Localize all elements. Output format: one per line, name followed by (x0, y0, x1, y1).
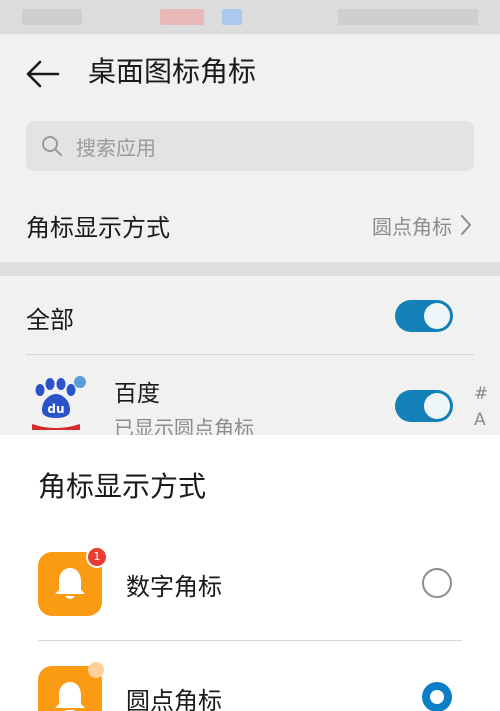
toggle-knob (424, 393, 450, 419)
radio-inner-dot (430, 690, 444, 704)
dot-badge (88, 662, 104, 678)
index-letter[interactable]: A (474, 410, 486, 430)
badge-style-label: 角标显示方式 (26, 214, 170, 242)
status-bar (0, 0, 500, 34)
back-arrow-icon[interactable] (24, 58, 60, 90)
all-apps-label: 全部 (26, 306, 74, 334)
status-notification-icon (160, 9, 204, 25)
chevron-right-icon (461, 215, 471, 235)
search-placeholder: 搜索应用 (76, 136, 156, 160)
option-label: 圆点角标 (126, 687, 222, 711)
search-input[interactable]: 搜索应用 (26, 121, 474, 171)
badge-style-setting[interactable]: 角标显示方式 圆点角标 (0, 196, 500, 256)
index-letter[interactable]: # (474, 384, 488, 404)
app-badge-toggle[interactable] (395, 390, 453, 422)
search-icon (42, 136, 62, 156)
divider (26, 354, 474, 355)
option-label: 数字角标 (126, 573, 222, 601)
svg-text:du: du (47, 402, 64, 416)
status-notification-icon (222, 9, 242, 25)
app-name: 百度 (114, 381, 160, 407)
badge-style-dialog: 角标显示方式 1 数字角标 圆点角标 (0, 435, 500, 711)
number-badge: 1 (86, 546, 108, 568)
status-icons-right (338, 9, 478, 25)
divider (38, 640, 462, 641)
status-icons-left (22, 9, 82, 25)
dialog-title: 角标显示方式 (38, 470, 207, 503)
radio-button-selected[interactable] (422, 682, 452, 711)
all-apps-toggle[interactable] (395, 300, 453, 332)
app-bar: 桌面图标角标 (0, 40, 500, 106)
radio-button[interactable] (422, 568, 452, 598)
toggle-knob (424, 303, 450, 329)
section-separator (0, 262, 500, 276)
list-item[interactable]: du 百度 已显示圆点角标 (0, 368, 500, 440)
page: 桌面图标角标 搜索应用 角标显示方式 圆点角标 全部 du 百度 已显示圆点角标… (0, 0, 500, 711)
dot-badge (74, 376, 86, 388)
option-dot-badge[interactable]: 圆点角标 (0, 662, 500, 711)
all-apps-row: 全部 (0, 290, 500, 346)
option-number-badge[interactable]: 1 数字角标 (0, 546, 500, 632)
page-title: 桌面图标角标 (88, 55, 257, 88)
badge-style-value: 圆点角标 (372, 215, 452, 239)
